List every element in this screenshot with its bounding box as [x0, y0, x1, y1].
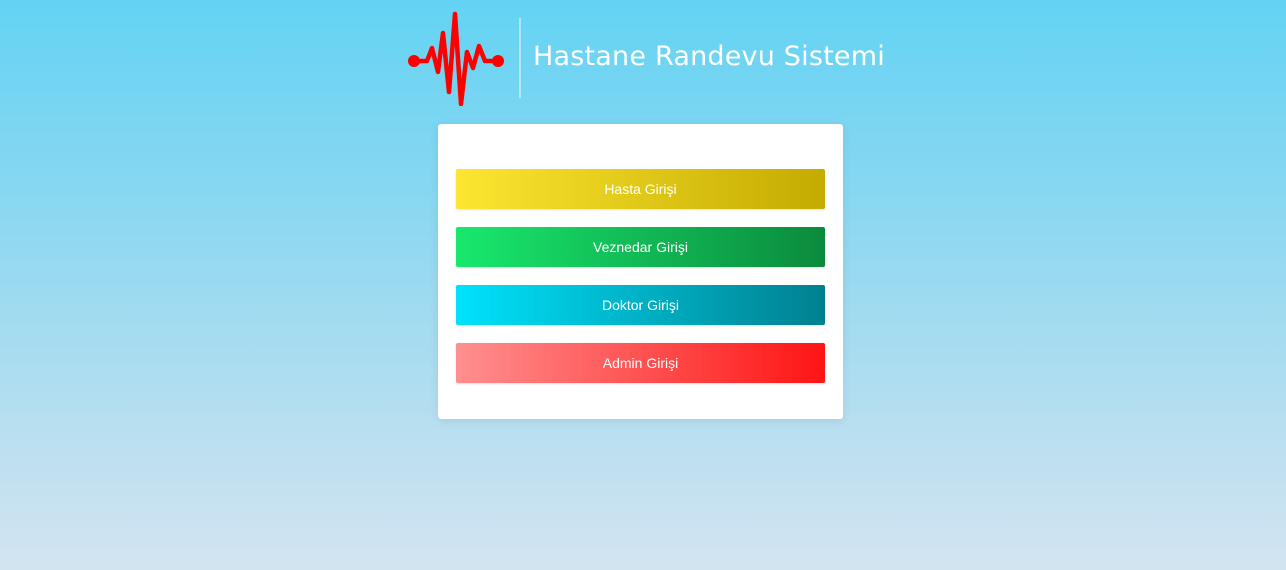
veznedar-login-button[interactable]: Veznedar Girişi — [456, 227, 825, 267]
doktor-login-button[interactable]: Doktor Girişi — [456, 285, 825, 325]
header-divider — [519, 18, 521, 98]
page-title: Hastane Randevu Sistemi — [533, 40, 885, 72]
page-header: Hastane Randevu Sistemi — [405, 10, 885, 106]
heartbeat-icon — [408, 11, 504, 106]
login-panel: Hasta Girişi Veznedar Girişi Doktor Giri… — [438, 124, 843, 419]
admin-login-button[interactable]: Admin Girişi — [456, 343, 825, 383]
hasta-login-button[interactable]: Hasta Girişi — [456, 169, 825, 209]
